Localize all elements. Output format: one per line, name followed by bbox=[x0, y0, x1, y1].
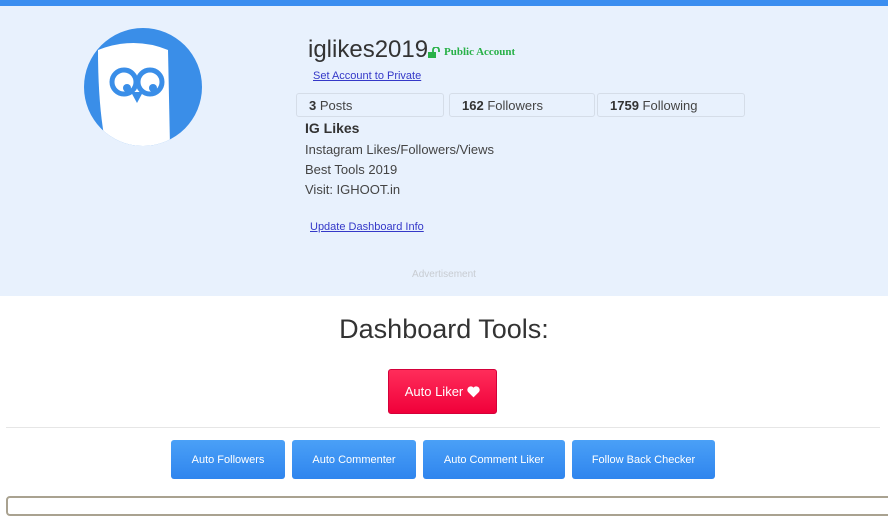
unlock-icon bbox=[428, 46, 440, 58]
set-private-link[interactable]: Set Account to Private bbox=[313, 70, 421, 82]
content-box bbox=[6, 496, 888, 516]
dashboard-title: Dashboard Tools: bbox=[339, 314, 549, 344]
stat-following[interactable]: 1759 Following bbox=[597, 93, 745, 117]
followers-count: 162 bbox=[462, 98, 484, 113]
account-status: Public Account bbox=[428, 46, 515, 58]
auto-followers-button[interactable]: Auto Followers bbox=[171, 440, 285, 479]
auto-liker-label: Auto Liker bbox=[404, 384, 464, 399]
followers-label: Followers bbox=[487, 98, 543, 113]
posts-label: Posts bbox=[319, 98, 353, 113]
stat-posts[interactable]: 3 Posts bbox=[296, 93, 444, 117]
account-status-label: Public Account bbox=[444, 46, 516, 58]
auto-liker-button[interactable]: Auto Liker bbox=[388, 369, 497, 414]
following-label: Following bbox=[642, 98, 698, 113]
divider bbox=[6, 427, 880, 428]
stat-followers[interactable]: 162 Followers bbox=[449, 93, 595, 117]
auto-commenter-button[interactable]: Auto Commenter bbox=[292, 440, 416, 479]
bio-line: Visit: IGHOOT.in bbox=[305, 182, 401, 197]
bio-name: IG Likes bbox=[305, 120, 360, 136]
posts-count: 3 bbox=[309, 98, 317, 113]
heart-icon bbox=[467, 385, 480, 397]
username: iglikes2019 bbox=[308, 36, 429, 63]
owl-logo-icon bbox=[98, 43, 170, 146]
advertisement-label: Advertisement bbox=[412, 269, 476, 280]
following-count: 1759 bbox=[610, 98, 639, 113]
update-dashboard-link[interactable]: Update Dashboard Info bbox=[310, 221, 424, 233]
profile-section: iglikes2019 Public Account Set Account t… bbox=[0, 6, 888, 296]
avatar bbox=[84, 28, 202, 146]
auto-comment-liker-button[interactable]: Auto Comment Liker bbox=[423, 440, 565, 479]
bio-line: Best Tools 2019 bbox=[305, 162, 398, 177]
follow-back-checker-button[interactable]: Follow Back Checker bbox=[572, 440, 715, 479]
bio-line: Instagram Likes/Followers/Views bbox=[305, 142, 495, 157]
